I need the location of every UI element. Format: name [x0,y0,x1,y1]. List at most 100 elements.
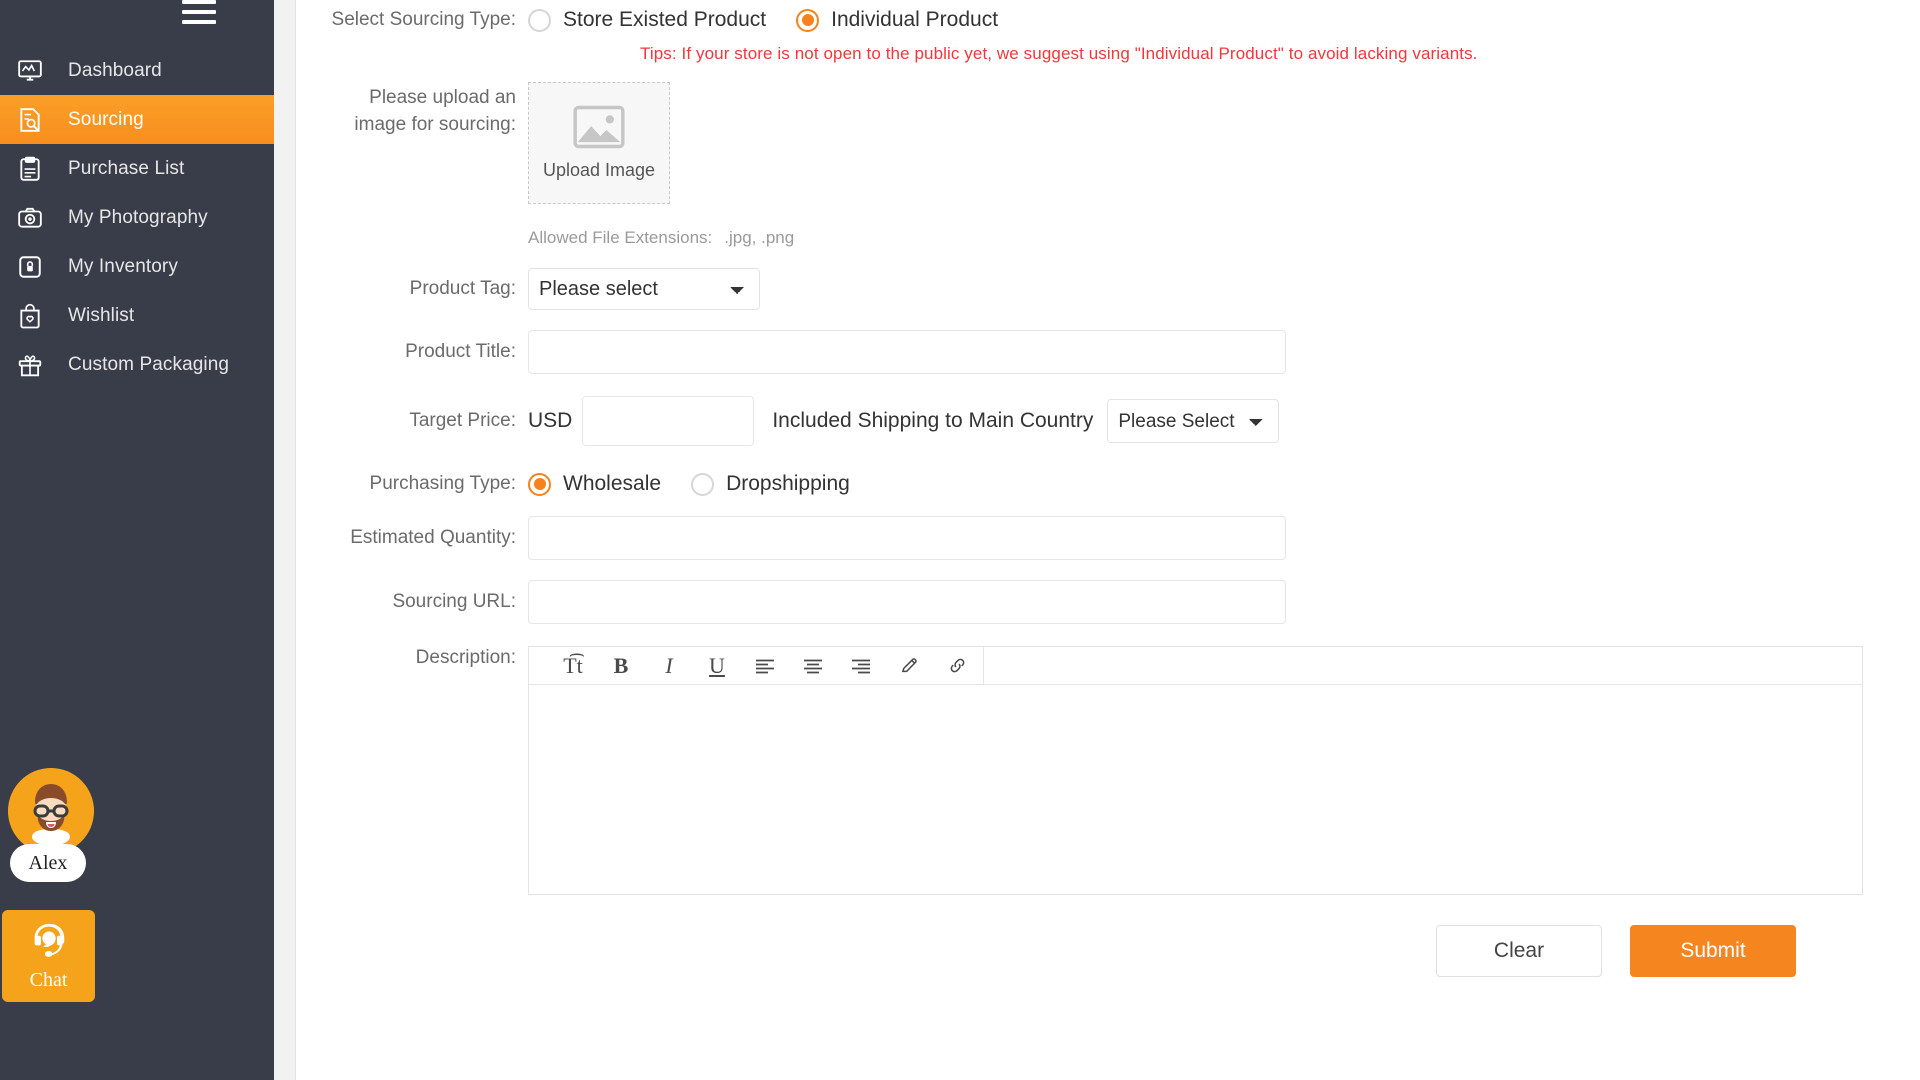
chat-label: Chat [29,969,68,991]
bold-icon[interactable]: B [597,648,645,684]
product-title-input[interactable] [528,330,1286,374]
user-name: Alex [28,851,68,874]
row-target-price: Target Price: USD Included Shipping to M… [296,396,1920,446]
upload-label-line2: image for sourcing: [354,114,516,135]
submit-button[interactable]: Submit [1630,925,1796,977]
align-left-icon[interactable] [741,648,789,684]
sidebar-item-sourcing[interactable]: Sourcing [0,95,274,144]
sourcing-type-options: Store Existed Product Individual Product [528,8,1028,32]
hamburger-bar [182,10,216,14]
sourcing-url-input[interactable] [528,580,1286,624]
align-center-icon[interactable] [789,648,837,684]
description-textarea[interactable] [529,685,1862,894]
sidebar-item-custom-packaging[interactable]: Custom Packaging [0,340,274,389]
align-right-icon[interactable] [837,648,885,684]
font-size-icon[interactable]: T͡t [549,648,597,684]
sidebar-item-wishlist[interactable]: Wishlist [0,291,274,340]
radio-dropshipping[interactable]: Dropshipping [691,472,850,496]
upload-label: Please upload an image for sourcing: [296,82,528,138]
link-icon[interactable] [933,648,981,684]
user-avatar-image [8,768,94,854]
row-upload-image: Please upload an image for sourcing: Upl… [296,82,1920,204]
target-price-label: Target Price: [409,410,516,431]
estimated-quantity-input[interactable] [528,516,1286,560]
radio-label: Dropshipping [726,472,850,495]
sidebar-item-label: Custom Packaging [68,353,230,375]
user-name-pill: Alex [10,844,86,882]
text-color-pencil-icon[interactable] [885,648,933,684]
upload-label-line1: Please upload an [369,87,516,108]
tips-text: Tips: If your store is not open to the p… [640,44,1478,63]
avatar[interactable]: Alex [8,768,94,882]
row-estimated-quantity: Estimated Quantity: [296,516,1920,560]
sidebar-item-purchase-list[interactable]: Purchase List [0,144,274,193]
estimated-quantity-label: Estimated Quantity: [350,527,516,548]
gift-icon [8,350,52,380]
clear-button[interactable]: Clear [1436,925,1602,977]
row-sourcing-type: Select Sourcing Type: Store Existed Prod… [296,8,1920,32]
currency-label: USD [528,409,573,432]
sidebar-item-my-inventory[interactable]: My Inventory [0,242,274,291]
avatar-illustration [8,768,94,854]
row-product-tag: Product Tag: Please select [296,268,1920,310]
product-title-label: Product Title: [405,341,516,362]
row-product-title: Product Title: [296,330,1920,374]
row-purchasing-type: Purchasing Type: Wholesale Dropshipping [296,472,1920,496]
row-description: Description: T͡t B I U [296,646,1920,895]
allowed-extensions-note: Allowed File Extensions: .jpg, .png [528,228,1920,248]
image-placeholder-icon [573,105,625,154]
camera-icon [8,203,52,233]
allowed-extensions-value: .jpg, .png [724,228,795,247]
product-tag-select[interactable]: Please select [528,268,760,310]
sidebar-item-label: Wishlist [68,304,135,326]
lock-box-icon [8,252,52,282]
product-tag-label: Product Tag: [409,278,516,299]
sourcing-type-label: Select Sourcing Type: [331,9,516,30]
headset-icon [28,920,70,967]
sidebar-item-label: Dashboard [68,59,162,81]
radio-dot-selected [528,472,551,496]
heart-bag-icon [8,301,52,331]
dashboard-icon [8,56,52,86]
radio-label: Wholesale [563,472,662,495]
radio-wholesale[interactable]: Wholesale [528,472,661,496]
purchasing-type-options: Wholesale Dropshipping [528,472,880,496]
radio-individual-product[interactable]: Individual Product [796,8,998,32]
sidebar-item-label: My Inventory [68,255,178,277]
target-price-input[interactable] [582,396,755,446]
sidebar-item-label: Sourcing [68,108,144,130]
sourcing-icon [8,105,52,135]
description-editor: T͡t B I U [528,646,1863,895]
upload-image-text: Upload Image [542,160,656,180]
sidebar: Dashboard Sourcing Purchase List My Phot… [0,0,274,1080]
chat-button[interactable]: Chat [2,910,95,1002]
italic-icon[interactable]: I [645,648,693,684]
main-content: Select Sourcing Type: Store Existed Prod… [274,0,1920,1080]
radio-dot [528,8,551,32]
upload-image-button[interactable]: Upload Image [528,82,670,204]
clipboard-icon [8,154,52,184]
radio-label: Individual Product [831,8,999,31]
sidebar-item-my-photography[interactable]: My Photography [0,193,274,242]
content-gutter [274,0,296,1080]
editor-toolbar: T͡t B I U [529,646,1862,685]
radio-dot-selected [796,8,820,32]
main-country-select[interactable]: Please Select [1107,399,1280,443]
toolbar-divider [983,646,984,685]
sidebar-item-dashboard[interactable]: Dashboard [0,46,274,95]
sidebar-item-label: My Photography [68,206,208,228]
sidebar-nav: Dashboard Sourcing Purchase List My Phot… [0,46,274,389]
hamburger-icon[interactable] [182,0,216,32]
radio-label: Store Existed Product [563,8,767,31]
purchasing-type-label: Purchasing Type: [369,473,516,494]
form-actions: Clear Submit [1436,925,1920,977]
underline-icon[interactable]: U [693,648,741,684]
sourcing-form: Select Sourcing Type: Store Existed Prod… [296,0,1920,1080]
description-label: Description: [415,647,516,668]
sidebar-item-label: Purchase List [68,157,185,179]
sourcing-url-label: Sourcing URL: [392,591,516,612]
app-root: Dashboard Sourcing Purchase List My Phot… [0,0,1920,1080]
row-sourcing-url: Sourcing URL: [296,580,1920,624]
radio-dot [691,472,715,496]
radio-store-existed-product[interactable]: Store Existed Product [528,8,766,32]
